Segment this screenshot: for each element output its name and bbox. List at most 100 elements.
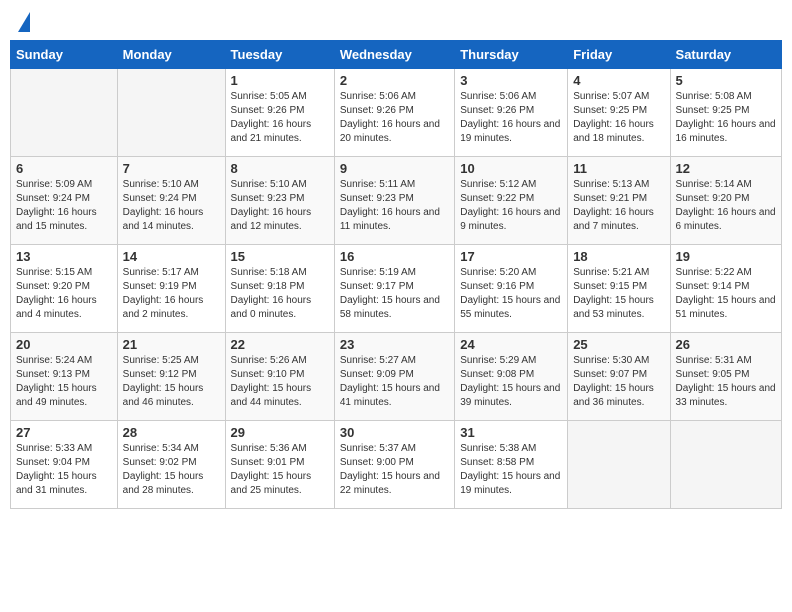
day-detail: Sunrise: 5:13 AMSunset: 9:21 PMDaylight:… — [573, 179, 654, 232]
day-detail: Sunrise: 5:15 AMSunset: 9:20 PMDaylight:… — [16, 267, 97, 320]
day-number: 2 — [340, 73, 449, 88]
calendar-cell: 20 Sunrise: 5:24 AMSunset: 9:13 PMDaylig… — [11, 333, 118, 421]
day-detail: Sunrise: 5:31 AMSunset: 9:05 PMDaylight:… — [676, 355, 776, 408]
calendar-cell: 30 Sunrise: 5:37 AMSunset: 9:00 PMDaylig… — [334, 421, 454, 509]
calendar-cell — [670, 421, 781, 509]
header-cell-wednesday: Wednesday — [334, 41, 454, 69]
calendar-cell: 5 Sunrise: 5:08 AMSunset: 9:25 PMDayligh… — [670, 69, 781, 157]
day-detail: Sunrise: 5:10 AMSunset: 9:24 PMDaylight:… — [123, 179, 204, 232]
calendar-cell: 4 Sunrise: 5:07 AMSunset: 9:25 PMDayligh… — [568, 69, 670, 157]
day-number: 5 — [676, 73, 776, 88]
day-detail: Sunrise: 5:14 AMSunset: 9:20 PMDaylight:… — [676, 179, 776, 232]
day-detail: Sunrise: 5:05 AMSunset: 9:26 PMDaylight:… — [231, 91, 312, 144]
day-number: 14 — [123, 249, 220, 264]
day-number: 31 — [460, 425, 562, 440]
day-detail: Sunrise: 5:21 AMSunset: 9:15 PMDaylight:… — [573, 267, 654, 320]
day-detail: Sunrise: 5:17 AMSunset: 9:19 PMDaylight:… — [123, 267, 204, 320]
calendar-header: SundayMondayTuesdayWednesdayThursdayFrid… — [11, 41, 782, 69]
day-detail: Sunrise: 5:09 AMSunset: 9:24 PMDaylight:… — [16, 179, 97, 232]
calendar-cell: 25 Sunrise: 5:30 AMSunset: 9:07 PMDaylig… — [568, 333, 670, 421]
day-number: 26 — [676, 337, 776, 352]
day-number: 21 — [123, 337, 220, 352]
day-detail: Sunrise: 5:19 AMSunset: 9:17 PMDaylight:… — [340, 267, 440, 320]
calendar-cell: 24 Sunrise: 5:29 AMSunset: 9:08 PMDaylig… — [455, 333, 568, 421]
week-row-1: 1 Sunrise: 5:05 AMSunset: 9:26 PMDayligh… — [11, 69, 782, 157]
day-number: 17 — [460, 249, 562, 264]
day-detail: Sunrise: 5:12 AMSunset: 9:22 PMDaylight:… — [460, 179, 560, 232]
day-number: 28 — [123, 425, 220, 440]
day-number: 7 — [123, 161, 220, 176]
calendar-cell: 29 Sunrise: 5:36 AMSunset: 9:01 PMDaylig… — [225, 421, 334, 509]
header-row: SundayMondayTuesdayWednesdayThursdayFrid… — [11, 41, 782, 69]
day-number: 27 — [16, 425, 112, 440]
day-detail: Sunrise: 5:06 AMSunset: 9:26 PMDaylight:… — [340, 91, 440, 144]
day-number: 1 — [231, 73, 329, 88]
calendar-cell: 28 Sunrise: 5:34 AMSunset: 9:02 PMDaylig… — [117, 421, 225, 509]
week-row-2: 6 Sunrise: 5:09 AMSunset: 9:24 PMDayligh… — [11, 157, 782, 245]
week-row-3: 13 Sunrise: 5:15 AMSunset: 9:20 PMDaylig… — [11, 245, 782, 333]
day-number: 29 — [231, 425, 329, 440]
calendar-cell: 13 Sunrise: 5:15 AMSunset: 9:20 PMDaylig… — [11, 245, 118, 333]
calendar-cell: 27 Sunrise: 5:33 AMSunset: 9:04 PMDaylig… — [11, 421, 118, 509]
day-detail: Sunrise: 5:37 AMSunset: 9:00 PMDaylight:… — [340, 443, 440, 496]
week-row-4: 20 Sunrise: 5:24 AMSunset: 9:13 PMDaylig… — [11, 333, 782, 421]
day-detail: Sunrise: 5:25 AMSunset: 9:12 PMDaylight:… — [123, 355, 204, 408]
calendar-cell: 23 Sunrise: 5:27 AMSunset: 9:09 PMDaylig… — [334, 333, 454, 421]
header-cell-saturday: Saturday — [670, 41, 781, 69]
calendar-cell: 22 Sunrise: 5:26 AMSunset: 9:10 PMDaylig… — [225, 333, 334, 421]
day-detail: Sunrise: 5:36 AMSunset: 9:01 PMDaylight:… — [231, 443, 312, 496]
day-number: 8 — [231, 161, 329, 176]
calendar-cell: 3 Sunrise: 5:06 AMSunset: 9:26 PMDayligh… — [455, 69, 568, 157]
calendar-cell: 31 Sunrise: 5:38 AMSunset: 8:58 PMDaylig… — [455, 421, 568, 509]
logo-triangle-icon — [18, 12, 30, 32]
day-number: 6 — [16, 161, 112, 176]
calendar-cell: 14 Sunrise: 5:17 AMSunset: 9:19 PMDaylig… — [117, 245, 225, 333]
calendar-cell: 16 Sunrise: 5:19 AMSunset: 9:17 PMDaylig… — [334, 245, 454, 333]
day-number: 15 — [231, 249, 329, 264]
day-detail: Sunrise: 5:18 AMSunset: 9:18 PMDaylight:… — [231, 267, 312, 320]
calendar-cell: 2 Sunrise: 5:06 AMSunset: 9:26 PMDayligh… — [334, 69, 454, 157]
calendar-cell: 17 Sunrise: 5:20 AMSunset: 9:16 PMDaylig… — [455, 245, 568, 333]
calendar-cell: 18 Sunrise: 5:21 AMSunset: 9:15 PMDaylig… — [568, 245, 670, 333]
header-cell-tuesday: Tuesday — [225, 41, 334, 69]
day-detail: Sunrise: 5:22 AMSunset: 9:14 PMDaylight:… — [676, 267, 776, 320]
calendar-cell: 15 Sunrise: 5:18 AMSunset: 9:18 PMDaylig… — [225, 245, 334, 333]
day-number: 20 — [16, 337, 112, 352]
calendar-table: SundayMondayTuesdayWednesdayThursdayFrid… — [10, 40, 782, 509]
logo — [14, 10, 30, 32]
day-detail: Sunrise: 5:20 AMSunset: 9:16 PMDaylight:… — [460, 267, 560, 320]
day-number: 30 — [340, 425, 449, 440]
day-number: 25 — [573, 337, 664, 352]
day-detail: Sunrise: 5:24 AMSunset: 9:13 PMDaylight:… — [16, 355, 97, 408]
header-cell-thursday: Thursday — [455, 41, 568, 69]
calendar-cell: 11 Sunrise: 5:13 AMSunset: 9:21 PMDaylig… — [568, 157, 670, 245]
day-number: 19 — [676, 249, 776, 264]
day-number: 11 — [573, 161, 664, 176]
header-cell-friday: Friday — [568, 41, 670, 69]
day-detail: Sunrise: 5:29 AMSunset: 9:08 PMDaylight:… — [460, 355, 560, 408]
day-detail: Sunrise: 5:33 AMSunset: 9:04 PMDaylight:… — [16, 443, 97, 496]
day-number: 13 — [16, 249, 112, 264]
day-number: 10 — [460, 161, 562, 176]
day-number: 16 — [340, 249, 449, 264]
day-number: 12 — [676, 161, 776, 176]
calendar-cell: 19 Sunrise: 5:22 AMSunset: 9:14 PMDaylig… — [670, 245, 781, 333]
calendar-cell: 6 Sunrise: 5:09 AMSunset: 9:24 PMDayligh… — [11, 157, 118, 245]
day-number: 18 — [573, 249, 664, 264]
calendar-cell: 12 Sunrise: 5:14 AMSunset: 9:20 PMDaylig… — [670, 157, 781, 245]
calendar-body: 1 Sunrise: 5:05 AMSunset: 9:26 PMDayligh… — [11, 69, 782, 509]
calendar-cell: 8 Sunrise: 5:10 AMSunset: 9:23 PMDayligh… — [225, 157, 334, 245]
day-detail: Sunrise: 5:10 AMSunset: 9:23 PMDaylight:… — [231, 179, 312, 232]
day-detail: Sunrise: 5:27 AMSunset: 9:09 PMDaylight:… — [340, 355, 440, 408]
header-cell-sunday: Sunday — [11, 41, 118, 69]
day-detail: Sunrise: 5:11 AMSunset: 9:23 PMDaylight:… — [340, 179, 440, 232]
day-detail: Sunrise: 5:30 AMSunset: 9:07 PMDaylight:… — [573, 355, 654, 408]
header-cell-monday: Monday — [117, 41, 225, 69]
day-detail: Sunrise: 5:06 AMSunset: 9:26 PMDaylight:… — [460, 91, 560, 144]
day-detail: Sunrise: 5:38 AMSunset: 8:58 PMDaylight:… — [460, 443, 560, 496]
calendar-cell: 10 Sunrise: 5:12 AMSunset: 9:22 PMDaylig… — [455, 157, 568, 245]
day-detail: Sunrise: 5:26 AMSunset: 9:10 PMDaylight:… — [231, 355, 312, 408]
day-number: 23 — [340, 337, 449, 352]
calendar-cell: 1 Sunrise: 5:05 AMSunset: 9:26 PMDayligh… — [225, 69, 334, 157]
calendar-cell: 21 Sunrise: 5:25 AMSunset: 9:12 PMDaylig… — [117, 333, 225, 421]
